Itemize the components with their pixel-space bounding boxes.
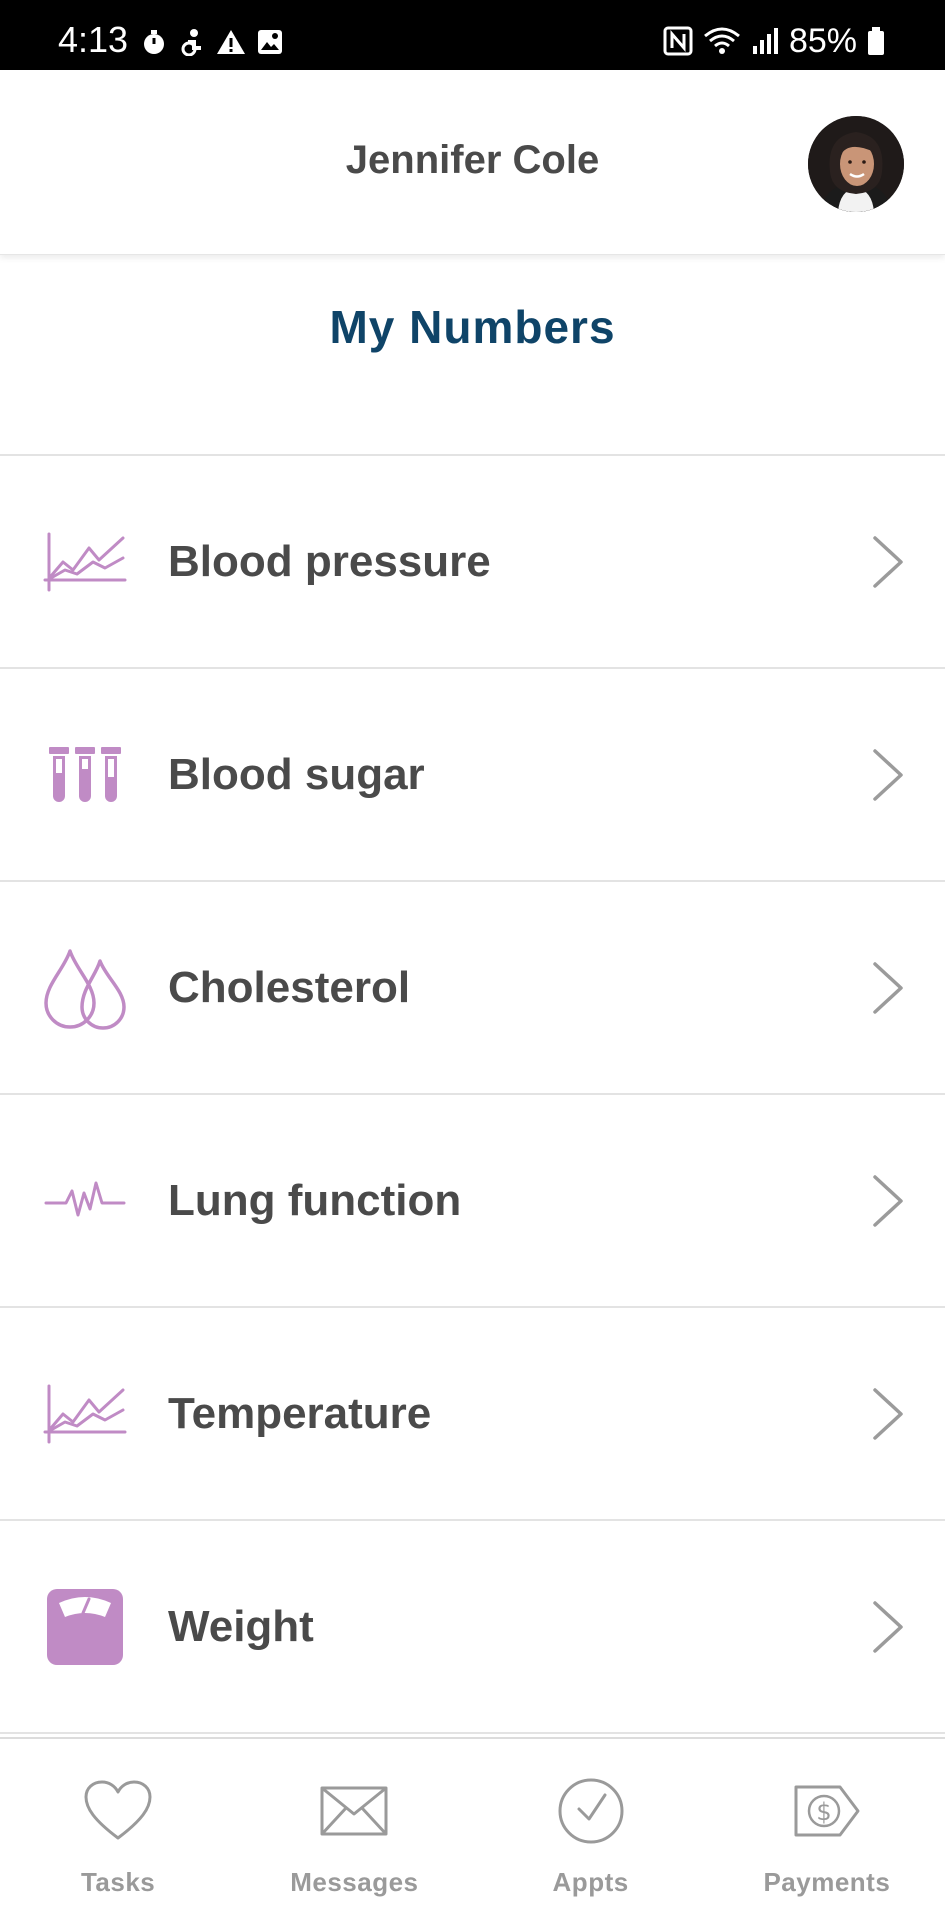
numbers-list: Blood pressure Blood sugar Cholesterol L…: [0, 454, 945, 1734]
timer-icon: [144, 30, 164, 54]
tab-label: Tasks: [80, 1867, 156, 1897]
chevron-right-icon: [873, 748, 903, 801]
chevron-right-icon: [873, 1174, 903, 1227]
chevron-right-icon: [873, 535, 903, 588]
test-tubes-icon: [40, 730, 130, 820]
tab-appts[interactable]: Appts: [473, 1739, 709, 1922]
status-bar: 4:13 85%: [0, 0, 945, 70]
chevron-right-icon: [873, 961, 903, 1014]
battery-percent: 85%: [788, 22, 857, 60]
tab-payments[interactable]: $ Payments: [709, 1739, 945, 1922]
svg-text:$: $: [816, 1798, 831, 1826]
signal-icon: [752, 28, 778, 54]
image-icon: [258, 30, 282, 54]
accessibility-icon: [181, 29, 201, 56]
chevron-right-icon: [873, 1600, 903, 1653]
page-title: My Numbers: [329, 301, 616, 353]
list-item-weight[interactable]: Weight: [0, 1521, 945, 1734]
list-item-temperature[interactable]: Temperature: [0, 1308, 945, 1521]
envelope-icon: [318, 1775, 390, 1847]
status-time: 4:13: [58, 19, 129, 60]
battery-icon: [868, 27, 884, 55]
list-item-label: Temperature: [168, 1388, 432, 1438]
list-item-label: Blood pressure: [168, 536, 491, 586]
status-system-icons: 85%: [663, 24, 885, 58]
drops-icon: [40, 943, 130, 1033]
nfc-icon: [663, 26, 693, 56]
status-notification-icons: [140, 28, 284, 56]
line-chart-icon: [40, 1369, 130, 1459]
wifi-icon: [703, 27, 740, 54]
list-item-blood-sugar[interactable]: Blood sugar: [0, 669, 945, 882]
list-item-blood-pressure[interactable]: Blood pressure: [0, 456, 945, 669]
tab-messages[interactable]: Messages: [236, 1739, 472, 1922]
list-item-label: Blood sugar: [168, 749, 425, 799]
tab-label: Appts: [552, 1867, 629, 1897]
scale-icon: [40, 1582, 130, 1672]
dollar-tag-icon: $: [791, 1775, 863, 1847]
clock-icon: [555, 1775, 627, 1847]
pulse-icon: [40, 1156, 130, 1246]
list-item-cholesterol[interactable]: Cholesterol: [0, 882, 945, 1095]
list-item-label: Cholesterol: [168, 962, 411, 1012]
bottom-tab-bar: Tasks Messages Appts $ Payments: [0, 1737, 945, 1922]
line-chart-icon: [40, 517, 130, 607]
tab-label: Messages: [290, 1867, 419, 1897]
profile-photo-icon: [808, 116, 904, 212]
list-item-label: Weight: [168, 1601, 314, 1651]
heart-icon: [82, 1775, 154, 1847]
tab-tasks[interactable]: Tasks: [0, 1739, 236, 1922]
avatar[interactable]: [808, 116, 904, 212]
chevron-right-icon: [873, 1387, 903, 1440]
user-name: Jennifer Cole: [345, 138, 600, 182]
list-item-lung-function[interactable]: Lung function: [0, 1095, 945, 1308]
warning-icon: [217, 30, 245, 54]
tab-label: Payments: [763, 1867, 891, 1897]
list-item-label: Lung function: [168, 1175, 462, 1225]
app-header: Jennifer Cole: [0, 70, 945, 255]
